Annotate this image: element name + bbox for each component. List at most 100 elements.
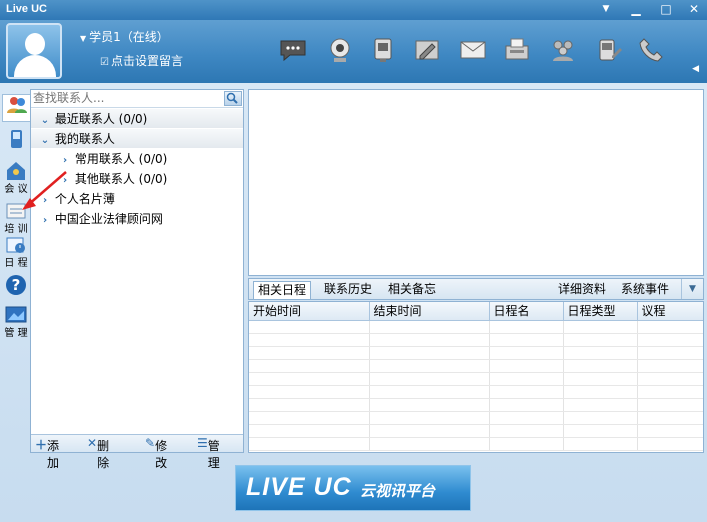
chevron-down-icon[interactable]: ⌄ — [39, 111, 51, 131]
table-row[interactable] — [249, 437, 703, 451]
tree-node-other[interactable]: › 其他联系人 (0/0) — [31, 169, 243, 189]
table-row[interactable] — [249, 372, 703, 386]
tree-node-label: 常用联系人 (0/0) — [74, 152, 168, 166]
minimize-icon[interactable]: ▁ — [626, 1, 646, 17]
table-cell — [369, 320, 490, 334]
contact-actions: ＋添加 ✕ 删除 ✎ 修改 ☰ 管理 — [31, 434, 243, 470]
title-bar[interactable]: Live UC ▼ ▁ □ ✕ — [0, 0, 707, 20]
chevron-down-icon[interactable]: ⌄ — [39, 131, 51, 151]
chevron-right-icon[interactable]: › — [59, 151, 71, 171]
delete-contact-button[interactable]: ✕ 删除 — [87, 436, 109, 470]
table-cell — [369, 385, 490, 399]
left-nav-strip: 会 议 培 训 日 程 ? 管 理 — [0, 90, 30, 522]
collapse-left-icon[interactable]: ◀ — [692, 64, 699, 74]
table-cell — [563, 359, 638, 373]
table-cell — [637, 424, 703, 438]
table-cell — [249, 385, 370, 399]
help-icon: ? — [6, 275, 26, 295]
column-end-time[interactable]: 结束时间 — [369, 302, 490, 321]
chevron-down-icon: ▼ — [80, 34, 87, 43]
table-cell — [563, 385, 638, 399]
tab-details[interactable]: 详细资料 — [554, 281, 610, 299]
plus-icon: ＋ — [35, 438, 48, 452]
column-schedule-type[interactable]: 日程类型 — [563, 302, 638, 321]
nav-help[interactable]: ? — [2, 274, 30, 300]
maximize-icon[interactable]: □ — [656, 1, 676, 17]
chevron-right-icon[interactable]: › — [39, 191, 51, 211]
table-cell — [637, 411, 703, 425]
status-message[interactable]: ☑ 点击设置留言 — [100, 52, 183, 69]
tab-related-memo[interactable]: 相关备忘 — [384, 281, 440, 299]
mail-icon[interactable] — [458, 36, 488, 64]
table-cell — [249, 359, 370, 373]
table-row[interactable] — [249, 346, 703, 360]
manage-contacts-button[interactable]: ☰ 管理 — [197, 436, 220, 470]
tab-system-events[interactable]: 系统事件 — [617, 281, 673, 299]
table-row[interactable] — [249, 385, 703, 399]
remote-desktop-icon[interactable] — [368, 36, 398, 64]
fax-icon[interactable] — [502, 36, 532, 64]
tree-node-label: 其他联系人 (0/0) — [74, 172, 168, 186]
tree-node-legal-network[interactable]: › 中国企业法律顾问网 — [31, 209, 243, 229]
column-agenda[interactable]: 议程 — [637, 302, 703, 321]
user-status[interactable]: ▼ 学员1（在线） — [80, 28, 169, 45]
tab-related-schedule[interactable]: 相关日程 — [253, 281, 312, 299]
edit-label: 修改 — [155, 439, 168, 470]
search-icon[interactable] — [224, 91, 242, 106]
sms-phone-icon[interactable] — [594, 36, 624, 64]
table-cell — [249, 424, 370, 438]
tree-node-label: 中国企业法律顾问网 — [54, 212, 163, 226]
header-bar: ▼ 学员1（在线） ☑ 点击设置留言 ◀ — [0, 20, 707, 83]
table-row[interactable] — [249, 320, 703, 334]
chevron-right-icon[interactable]: › — [59, 171, 71, 191]
nav-meeting[interactable]: 会 议 — [2, 162, 30, 195]
nav-schedule[interactable]: 日 程 — [2, 236, 30, 269]
webcam-icon[interactable] — [325, 36, 355, 64]
schedule-icon — [6, 237, 25, 253]
edit-contact-button[interactable]: ✎ 修改 — [145, 436, 167, 470]
group-icon[interactable] — [548, 36, 578, 64]
manage-label: 管理 — [207, 439, 220, 470]
table-cell — [563, 411, 638, 425]
nav-manage[interactable]: 管 理 — [2, 306, 30, 340]
table-cell — [563, 424, 638, 438]
tree-node-label: 最近联系人 (0/0) — [54, 112, 148, 126]
tab-overflow-chevron-icon[interactable]: ▼ — [681, 279, 703, 299]
nav-mobile[interactable] — [2, 130, 30, 154]
tab-contact-history[interactable]: 联系历史 — [320, 281, 376, 299]
table-cell — [637, 333, 703, 347]
chat-bubble-icon[interactable] — [278, 36, 308, 64]
tree-node-label: 我的联系人 — [54, 132, 115, 146]
contact-tree: ⌄ 最近联系人 (0/0) ⌄ 我的联系人 › 常用联系人 (0/0) › 其他… — [31, 109, 243, 229]
search-input[interactable] — [31, 90, 219, 106]
detail-tabs: 相关日程 联系历史 相关备忘 详细资料 系统事件 ▼ — [248, 278, 704, 300]
column-start-time[interactable]: 开始时间 — [249, 302, 370, 321]
table-cell — [489, 372, 564, 386]
close-icon[interactable]: ✕ — [684, 1, 704, 17]
grid-body — [249, 320, 703, 451]
nav-contacts[interactable] — [2, 94, 30, 122]
contact-search — [31, 90, 243, 108]
table-row[interactable] — [249, 398, 703, 412]
brand-tagline: 云视讯平台 — [360, 482, 436, 500]
tree-node-business-cards[interactable]: › 个人名片薄 — [31, 189, 243, 209]
chevron-right-icon[interactable]: › — [39, 211, 51, 231]
conversation-area[interactable] — [248, 89, 704, 276]
table-row[interactable] — [249, 424, 703, 438]
column-schedule-name[interactable]: 日程名 — [489, 302, 564, 321]
nav-training[interactable]: 培 训 — [2, 202, 30, 235]
table-row[interactable] — [249, 333, 703, 347]
table-row[interactable] — [249, 411, 703, 425]
tree-node-frequent[interactable]: › 常用联系人 (0/0) — [31, 149, 243, 169]
avatar[interactable] — [6, 23, 62, 79]
table-cell — [489, 320, 564, 334]
note-edit-icon[interactable] — [412, 36, 442, 64]
table-cell — [563, 346, 638, 360]
tree-node-recent[interactable]: ⌄ 最近联系人 (0/0) — [31, 109, 243, 129]
tree-node-my-contacts[interactable]: ⌄ 我的联系人 — [31, 129, 243, 149]
menu-dropdown-icon[interactable]: ▼ — [596, 1, 616, 17]
add-contact-button[interactable]: ＋添加 — [35, 436, 59, 470]
table-row[interactable] — [249, 359, 703, 373]
phone-icon[interactable] — [636, 36, 666, 64]
table-cell — [637, 320, 703, 334]
